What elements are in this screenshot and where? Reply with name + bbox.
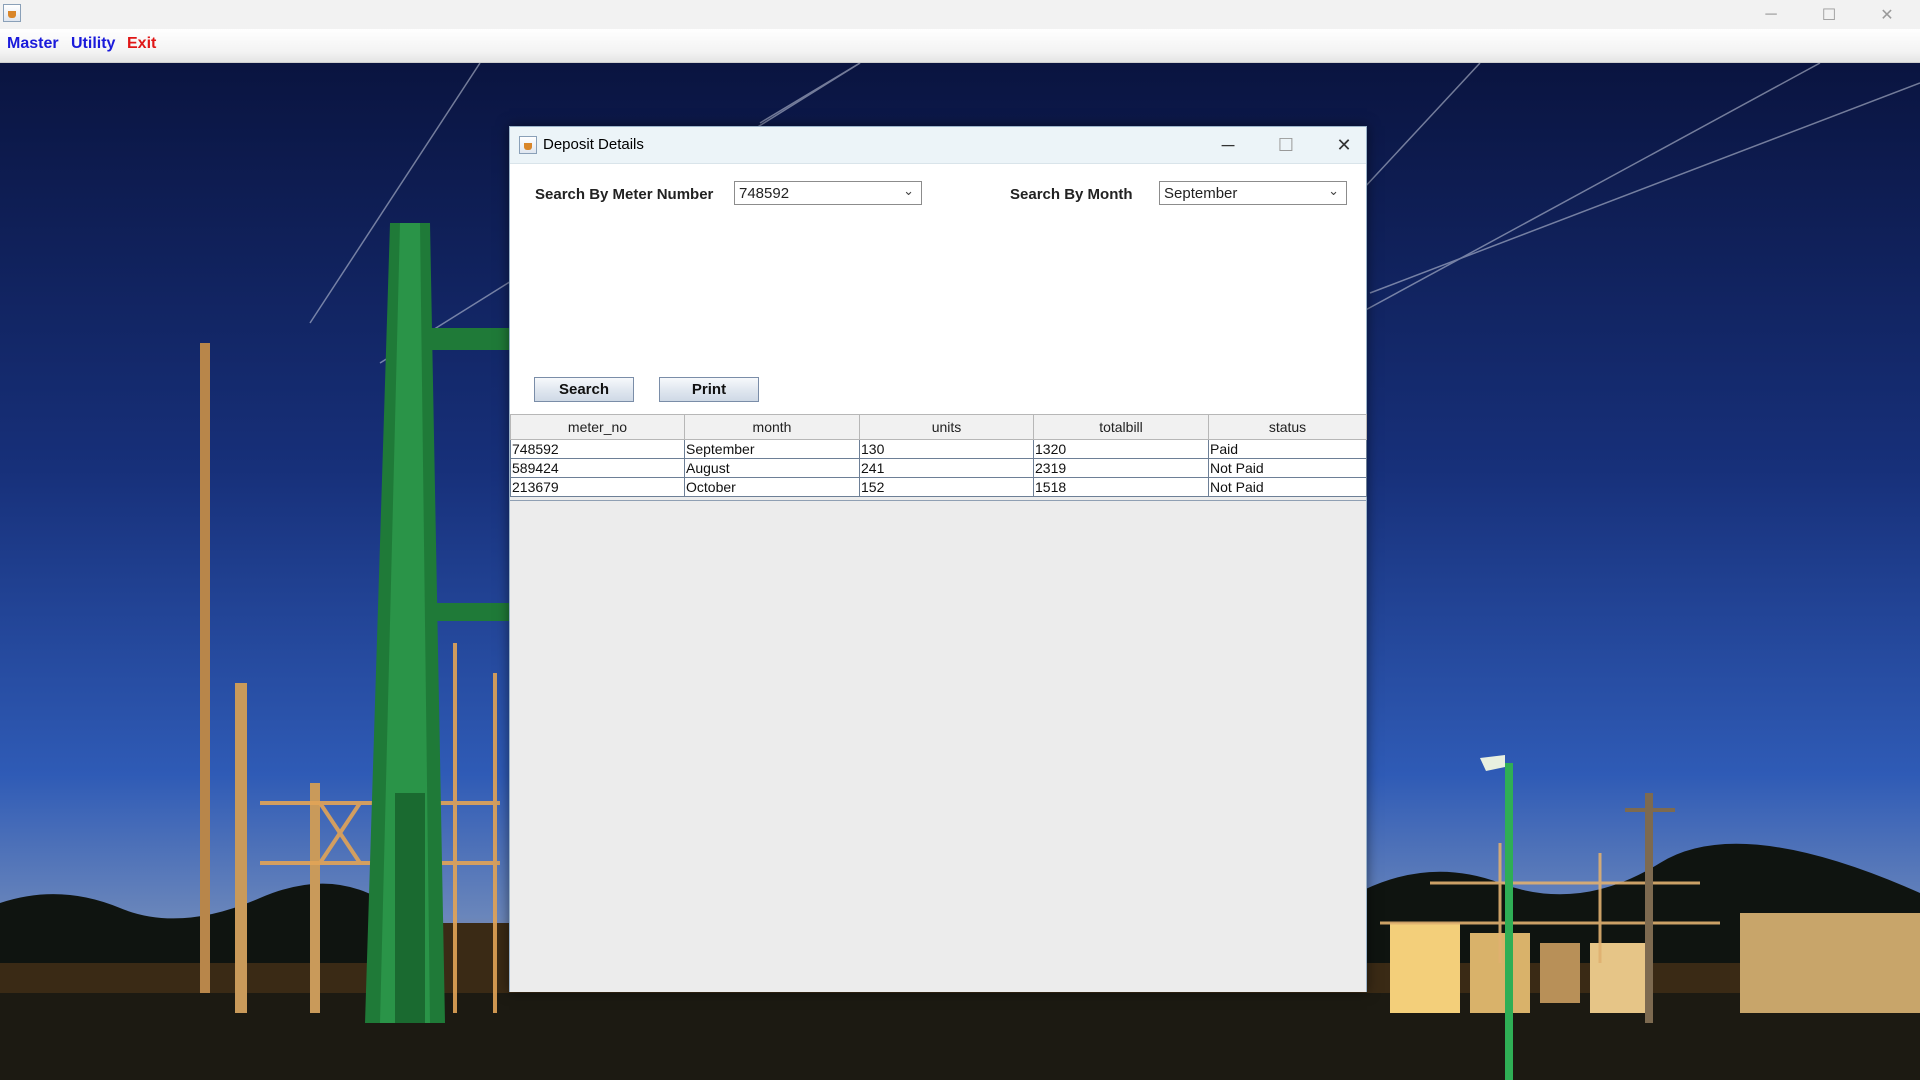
cell-status[interactable]: Not Paid [1208, 477, 1367, 497]
meter-number-select[interactable]: 748592 ⌄ [734, 181, 922, 205]
menu-utility[interactable]: Utility [71, 35, 115, 53]
cell-status[interactable]: Not Paid [1208, 458, 1367, 478]
table-row[interactable]: 213679 October 152 1518 Not Paid [510, 477, 1367, 497]
column-header-totalbill[interactable]: totalbill [1033, 414, 1209, 440]
cell-meter-no[interactable]: 589424 [510, 458, 685, 478]
cell-units[interactable]: 152 [859, 477, 1034, 497]
cell-totalbill[interactable]: 1518 [1033, 477, 1209, 497]
cell-totalbill[interactable]: 1320 [1033, 439, 1209, 459]
cell-units[interactable]: 241 [859, 458, 1034, 478]
table-header-row: meter_no month units totalbill status [510, 414, 1367, 440]
cell-month[interactable]: August [684, 458, 860, 478]
close-icon[interactable]: ✕ [1858, 0, 1916, 29]
table-row[interactable]: 748592 September 130 1320 Paid [510, 439, 1367, 459]
search-meter-label: Search By Meter Number [535, 186, 714, 203]
cell-units[interactable]: 130 [859, 439, 1034, 459]
cell-month[interactable]: October [684, 477, 860, 497]
menu-bar: Master Utility Exit [0, 29, 1920, 63]
cell-month[interactable]: September [684, 439, 860, 459]
chevron-down-icon: ⌄ [903, 183, 914, 198]
minimize-icon[interactable]: ─ [1200, 127, 1256, 163]
chevron-down-icon: ⌄ [1328, 183, 1339, 198]
close-icon[interactable]: ✕ [1316, 127, 1372, 163]
menu-master[interactable]: Master [7, 35, 59, 53]
column-header-meter-no[interactable]: meter_no [510, 414, 685, 440]
search-panel: Search By Meter Number 748592 ⌄ Search B… [510, 164, 1366, 414]
cell-meter-no[interactable]: 748592 [510, 439, 685, 459]
dialog-title: Deposit Details [543, 136, 644, 153]
meter-number-value: 748592 [739, 185, 790, 202]
month-select[interactable]: September ⌄ [1159, 181, 1347, 205]
deposit-table: meter_no month units totalbill status 74… [510, 414, 1367, 497]
column-header-status[interactable]: status [1208, 414, 1367, 440]
menu-exit[interactable]: Exit [127, 35, 156, 53]
java-cup-icon [519, 136, 537, 154]
main-title-bar: ─ ☐ ✕ [0, 0, 1920, 29]
print-button[interactable]: Print [659, 377, 759, 402]
table-empty-area [510, 500, 1366, 992]
deposit-details-dialog: Deposit Details ─ ☐ ✕ Search By Meter Nu… [509, 126, 1367, 992]
month-value: September [1164, 185, 1238, 202]
maximize-icon[interactable]: ☐ [1258, 127, 1314, 163]
table-row[interactable]: 589424 August 241 2319 Not Paid [510, 458, 1367, 478]
search-month-label: Search By Month [1010, 186, 1133, 203]
minimize-icon[interactable]: ─ [1742, 0, 1800, 29]
dialog-title-bar[interactable]: Deposit Details ─ ☐ ✕ [510, 127, 1366, 164]
maximize-icon[interactable]: ☐ [1800, 0, 1858, 29]
cell-status[interactable]: Paid [1208, 439, 1367, 459]
column-header-units[interactable]: units [859, 414, 1034, 440]
search-button[interactable]: Search [534, 377, 634, 402]
column-header-month[interactable]: month [684, 414, 860, 440]
cell-totalbill[interactable]: 2319 [1033, 458, 1209, 478]
cell-meter-no[interactable]: 213679 [510, 477, 685, 497]
java-cup-icon [3, 4, 21, 22]
